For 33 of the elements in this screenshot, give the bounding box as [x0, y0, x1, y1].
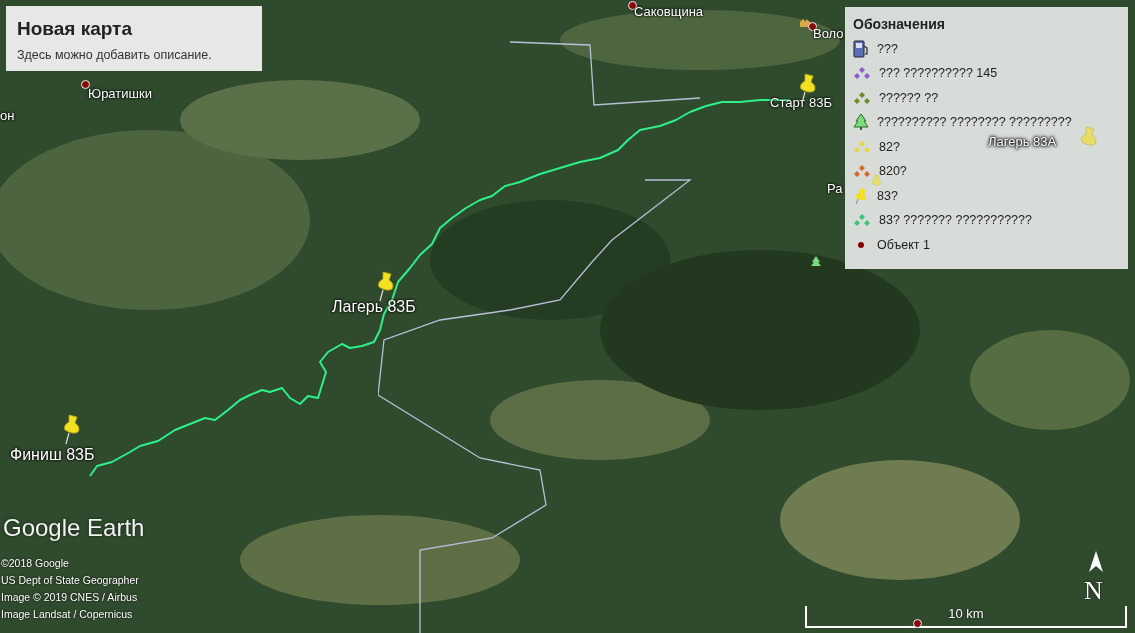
map-description: Здесь можно добавить описание. [17, 48, 213, 62]
scale-bar: 10 km [805, 606, 1127, 628]
tree-icon[interactable] [810, 255, 822, 268]
place-label: Лагерь 83Б [332, 298, 416, 316]
place-label: Финиш 83Б [10, 446, 95, 464]
attribution-text: Image © 2019 CNES / Airbus [1, 591, 139, 603]
place-label: Воло [813, 26, 844, 41]
place-label: он [0, 108, 15, 123]
logo: Google Earth [3, 514, 145, 542]
legend-label: ??? ?????????? 145 [879, 66, 998, 81]
legend-label: ?????? ?? [879, 90, 939, 105]
map-title: Новая карта [17, 18, 133, 40]
place-label: Саковщина [634, 4, 704, 19]
legend-label: ?????????? ???????? ????????? [877, 115, 1072, 130]
place-dot[interactable] [913, 619, 922, 628]
place-label: Лагерь 83А [988, 134, 1057, 149]
attribution-text: Image Landsat / Copernicus [1, 608, 134, 620]
building-icon[interactable] [799, 18, 811, 28]
place-label: Ра [827, 181, 843, 196]
legend-label: 820? [879, 164, 907, 179]
legend-label: 83? [877, 188, 898, 203]
legend-label: 82? [879, 139, 900, 154]
legend-label: Объект 1 [877, 237, 930, 252]
legend-label: ??? [877, 41, 898, 56]
legend-title: Обозначения [853, 16, 946, 32]
place-dot[interactable] [81, 80, 90, 89]
compass-label: N [1084, 576, 1103, 606]
legend-label: 83? ??????? ??????????? [879, 213, 1032, 228]
attribution-text: ©2018 Google [1, 557, 70, 569]
north-arrow-icon[interactable] [1088, 550, 1104, 574]
place-label: Юратишки [88, 86, 152, 101]
place-dot[interactable] [808, 22, 817, 31]
attribution-text: US Dept of State Geographer [1, 574, 139, 586]
